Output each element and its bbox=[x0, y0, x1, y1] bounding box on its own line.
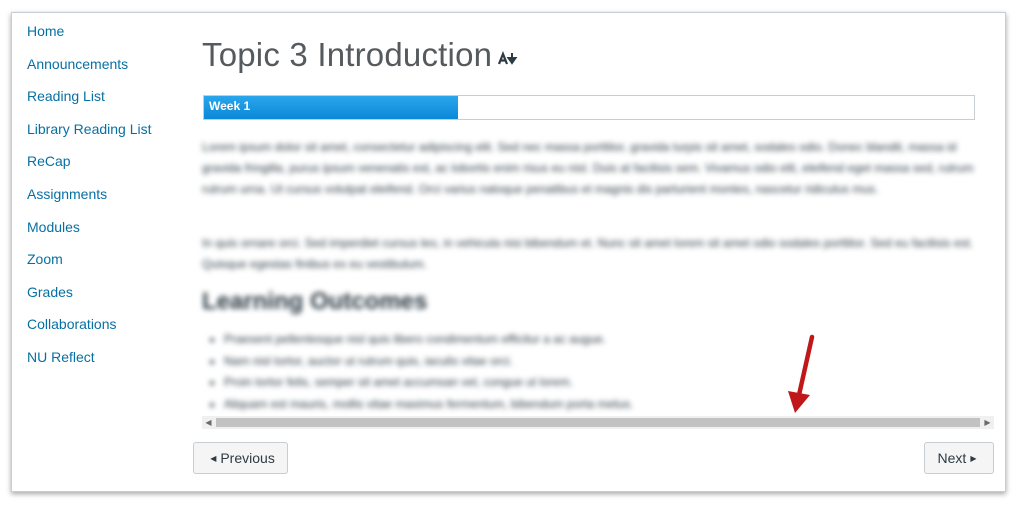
list-item: Proin tortor felis, semper sit amet accu… bbox=[224, 372, 984, 394]
previous-button-label: Previous bbox=[220, 450, 275, 466]
progress-label: Week 1 bbox=[209, 99, 251, 113]
sidebar-item-nu-reflect[interactable]: NU Reflect bbox=[27, 348, 187, 366]
previous-button[interactable]: ◀ Previous bbox=[193, 442, 288, 474]
app-window: Home Announcements Reading List Library … bbox=[11, 12, 1006, 492]
title-row: Topic 3 Introduction bbox=[202, 35, 518, 75]
learning-outcomes-heading: Learning Outcomes bbox=[202, 288, 428, 315]
sidebar-item-zoom[interactable]: Zoom bbox=[27, 250, 187, 268]
sidebar-item-modules[interactable]: Modules bbox=[27, 218, 187, 236]
sidebar-item-library-reading-list[interactable]: Library Reading List bbox=[27, 120, 187, 138]
list-item: Praesent pellentesque nisl quis libero c… bbox=[224, 329, 984, 351]
sidebar-item-grades[interactable]: Grades bbox=[27, 283, 187, 301]
scroll-right-icon[interactable]: ▶ bbox=[981, 416, 994, 429]
week-progress-bar: Week 1 bbox=[203, 95, 975, 120]
second-paragraph: In quis ornare orci. Sed imperdiet cursu… bbox=[202, 236, 974, 271]
sort-icon[interactable] bbox=[498, 50, 518, 66]
sidebar-item-assignments[interactable]: Assignments bbox=[27, 185, 187, 203]
list-item: Nam nisl tortor, auctor ut rutrum quis, … bbox=[224, 351, 984, 373]
sidebar-item-collaborations[interactable]: Collaborations bbox=[27, 315, 187, 333]
intro-paragraph: Lorem ipsum dolor sit amet, consectetur … bbox=[202, 140, 974, 196]
page-content: Topic 3 Introduction Week 1 Lorem ipsum … bbox=[193, 13, 994, 491]
next-button[interactable]: Next ▶ bbox=[924, 442, 994, 474]
sidebar-item-reading-list[interactable]: Reading List bbox=[27, 87, 187, 105]
page-title: Topic 3 Introduction bbox=[202, 36, 493, 73]
next-button-label: Next bbox=[937, 450, 967, 466]
scrollbar-thumb[interactable] bbox=[216, 418, 980, 427]
annotation-arrow-icon bbox=[788, 334, 815, 413]
sidebar-item-announcements[interactable]: Announcements bbox=[27, 55, 187, 73]
list-item: Aliquam est mauris, mollis vitae maximus… bbox=[224, 394, 984, 416]
learning-outcomes-list: Praesent pellentesque nisl quis libero c… bbox=[202, 329, 984, 415]
course-navigation: Home Announcements Reading List Library … bbox=[27, 22, 187, 381]
sidebar-item-recap[interactable]: ReCap bbox=[27, 152, 187, 170]
scroll-left-icon[interactable]: ◀ bbox=[202, 416, 215, 429]
caret-right-icon: ▶ bbox=[970, 453, 977, 463]
sidebar-item-home[interactable]: Home bbox=[27, 22, 187, 40]
caret-left-icon: ◀ bbox=[210, 453, 217, 463]
horizontal-scrollbar[interactable]: ◀ ▶ bbox=[202, 416, 994, 429]
